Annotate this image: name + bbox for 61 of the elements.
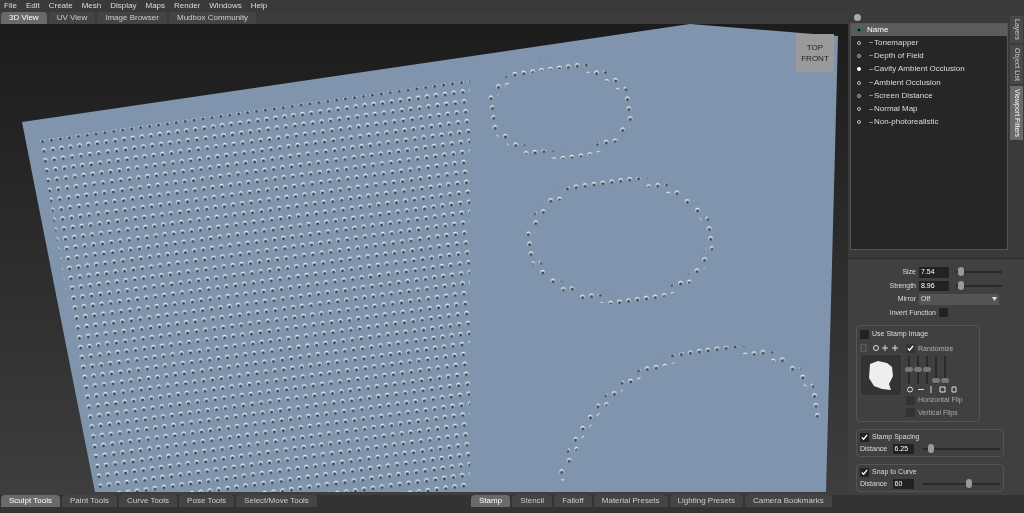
slider-thumb[interactable] [905, 367, 913, 372]
tab[interactable]: Stencil [512, 495, 553, 507]
menu-item[interactable]: Windows [209, 2, 242, 10]
column-header: Name [867, 24, 889, 36]
filter-label: Ambient Occlusion [874, 76, 941, 89]
stamp-image[interactable] [860, 353, 902, 396]
checkbox[interactable] [906, 344, 915, 354]
menu-item[interactable]: Mesh [81, 2, 102, 10]
tab[interactable]: Stamp [471, 495, 511, 507]
tab[interactable]: Falloff [554, 495, 592, 507]
tab[interactable]: Sculpt Tools [1, 495, 60, 507]
slider-thumb[interactable] [957, 267, 964, 277]
filter-item[interactable]: Ambient Occlusion [851, 75, 1007, 90]
filter-item[interactable]: Normal Map [851, 102, 1007, 116]
menu-item[interactable]: Create [48, 2, 73, 10]
tab[interactable]: Image Browser [97, 12, 167, 24]
cube-face-label: TOP [806, 43, 824, 52]
menu-item[interactable]: Display [110, 2, 137, 10]
slider-thumb[interactable] [957, 280, 964, 290]
menu-item[interactable]: Help [250, 2, 268, 10]
filter-label: Normal Map [874, 103, 918, 116]
slider-thumb[interactable] [927, 443, 934, 453]
tab[interactable]: Camera Bookmarks [744, 495, 832, 507]
tab[interactable]: Pose Tools [179, 495, 235, 507]
panel-menu-icon[interactable] [854, 14, 861, 21]
checkbox[interactable] [860, 432, 869, 442]
filter-label: Cavity Ambient Occlusion [874, 63, 965, 76]
checkbox[interactable] [860, 329, 869, 339]
filter-item[interactable]: Screen Distance [851, 89, 1007, 103]
menu-item[interactable]: Edit [25, 2, 40, 10]
filter-label: Depth of Field [874, 49, 924, 62]
caret-icon [992, 297, 997, 302]
tab[interactable]: Mudbox Community [169, 12, 257, 24]
filter-item[interactable]: Cavity Ambient Occlusion [851, 62, 1007, 76]
tab[interactable]: Lighting Presets [669, 495, 743, 507]
slider-thumb[interactable] [966, 478, 973, 488]
slider-thumb[interactable] [941, 378, 949, 384]
filter-item[interactable]: Non-photorealistic [851, 115, 1007, 130]
tab[interactable]: 3D View [1, 12, 47, 24]
tab[interactable]: Paint Tools [62, 495, 117, 507]
tab[interactable]: UV View [48, 12, 96, 24]
filter-label: Screen Distance [874, 89, 933, 102]
filter-label: Tonemapper [874, 36, 919, 49]
view-cube[interactable]: TOP FRONT [796, 34, 834, 72]
menu-item[interactable]: File [4, 2, 17, 10]
slider-thumb[interactable] [914, 367, 922, 372]
filter-label: Non-photorealistic [874, 116, 939, 129]
filter-item[interactable]: Tonemapper [851, 36, 1007, 50]
slider-thumb[interactable] [923, 367, 931, 372]
slider-thumb[interactable] [932, 378, 940, 384]
viewport[interactable]: TOP FRONT [0, 24, 848, 495]
cube-face-label: FRONT [801, 54, 829, 63]
filter-item[interactable]: Depth of Field [851, 49, 1007, 63]
checkbox[interactable] [939, 308, 948, 318]
tab[interactable]: Select/Move Tools [236, 495, 317, 507]
tab[interactable]: Curve Tools [119, 495, 178, 507]
menu-item[interactable]: Maps [145, 2, 166, 10]
tab[interactable]: Material Presets [593, 495, 668, 507]
menu-item[interactable]: Render [174, 2, 201, 10]
checkbox[interactable] [860, 467, 869, 477]
eye-icon [854, 27, 864, 33]
